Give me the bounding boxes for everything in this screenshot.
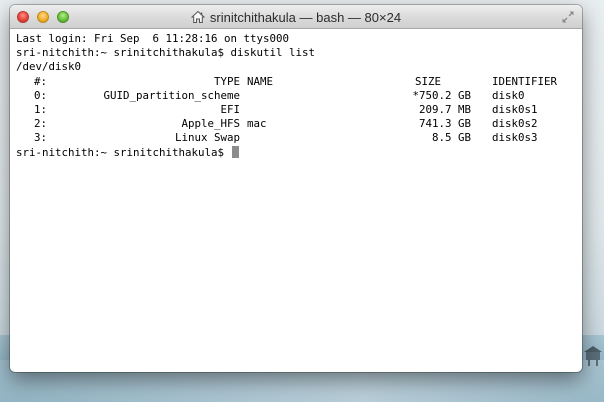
window-titlebar[interactable]: srinitchithakula — bash — 80×24 — [10, 5, 582, 29]
header-name: NAME — [247, 74, 274, 88]
wallpaper-hut — [586, 352, 600, 360]
home-icon — [190, 10, 205, 23]
row-identifier: disk0s2 — [492, 117, 538, 131]
window-title: srinitchithakula — bash — 80×24 — [209, 9, 402, 25]
terminal-output[interactable]: Last login: Fri Sep 6 11:28:16 on ttys00… — [10, 29, 582, 160]
prompt-line[interactable]: sri-nitchith:~ srinitchithakula$ — [16, 145, 582, 160]
command-line: sri-nitchith:~ srinitchithakula$ diskuti… — [16, 46, 316, 60]
fullscreen-arrows-icon[interactable] — [561, 10, 575, 24]
row-index: 0: — [33, 88, 47, 102]
row-size: *750.2 GB — [412, 88, 471, 102]
table-row: 3: Linux Swap 8.5 GB disk0s3 — [16, 131, 582, 145]
row-type: Linux Swap — [174, 131, 240, 145]
header-type: TYPE — [213, 74, 240, 88]
terminal-window[interactable]: srinitchithakula — bash — 80×24 Last log… — [10, 5, 582, 372]
wallpaper-hut-pillar — [596, 360, 598, 366]
row-identifier: disk0 — [492, 88, 525, 102]
row-index: 1: — [33, 102, 47, 116]
last-login-line: Last login: Fri Sep 6 11:28:16 on ttys00… — [16, 32, 290, 45]
row-type: Apple_HFS — [181, 117, 240, 131]
table-row: 1: EFI 209.7 MB disk0s1 — [16, 103, 582, 117]
header-identifier: IDENTIFIER — [492, 74, 558, 88]
row-type: GUID_partition_scheme — [103, 88, 240, 102]
text-cursor — [231, 145, 239, 158]
row-type: EFI — [220, 102, 240, 116]
table-row: 0: GUID_partition_scheme *750.2 GB disk0 — [16, 89, 582, 103]
table-row: 2: Apple_HFS mac 741.3 GB disk0s2 — [16, 117, 582, 131]
row-name: mac — [247, 117, 267, 131]
row-size: 209.7 MB — [418, 102, 471, 116]
disk-path-line: /dev/disk0 — [16, 60, 82, 74]
row-size: 8.5 GB — [431, 131, 471, 145]
header-index: #: — [33, 74, 47, 88]
window-title-group: srinitchithakula — bash — 80×24 — [10, 5, 582, 29]
header-size: SIZE — [415, 74, 442, 88]
row-size: 741.3 GB — [418, 117, 471, 131]
row-identifier: disk0s3 — [492, 131, 538, 145]
row-index: 2: — [33, 117, 47, 131]
row-identifier: disk0s1 — [492, 102, 538, 116]
wallpaper-hut-pillar — [588, 360, 590, 366]
table-header-row: #: TYPE NAME SIZE IDENTIFIER — [16, 75, 582, 89]
row-index: 3: — [33, 131, 47, 145]
